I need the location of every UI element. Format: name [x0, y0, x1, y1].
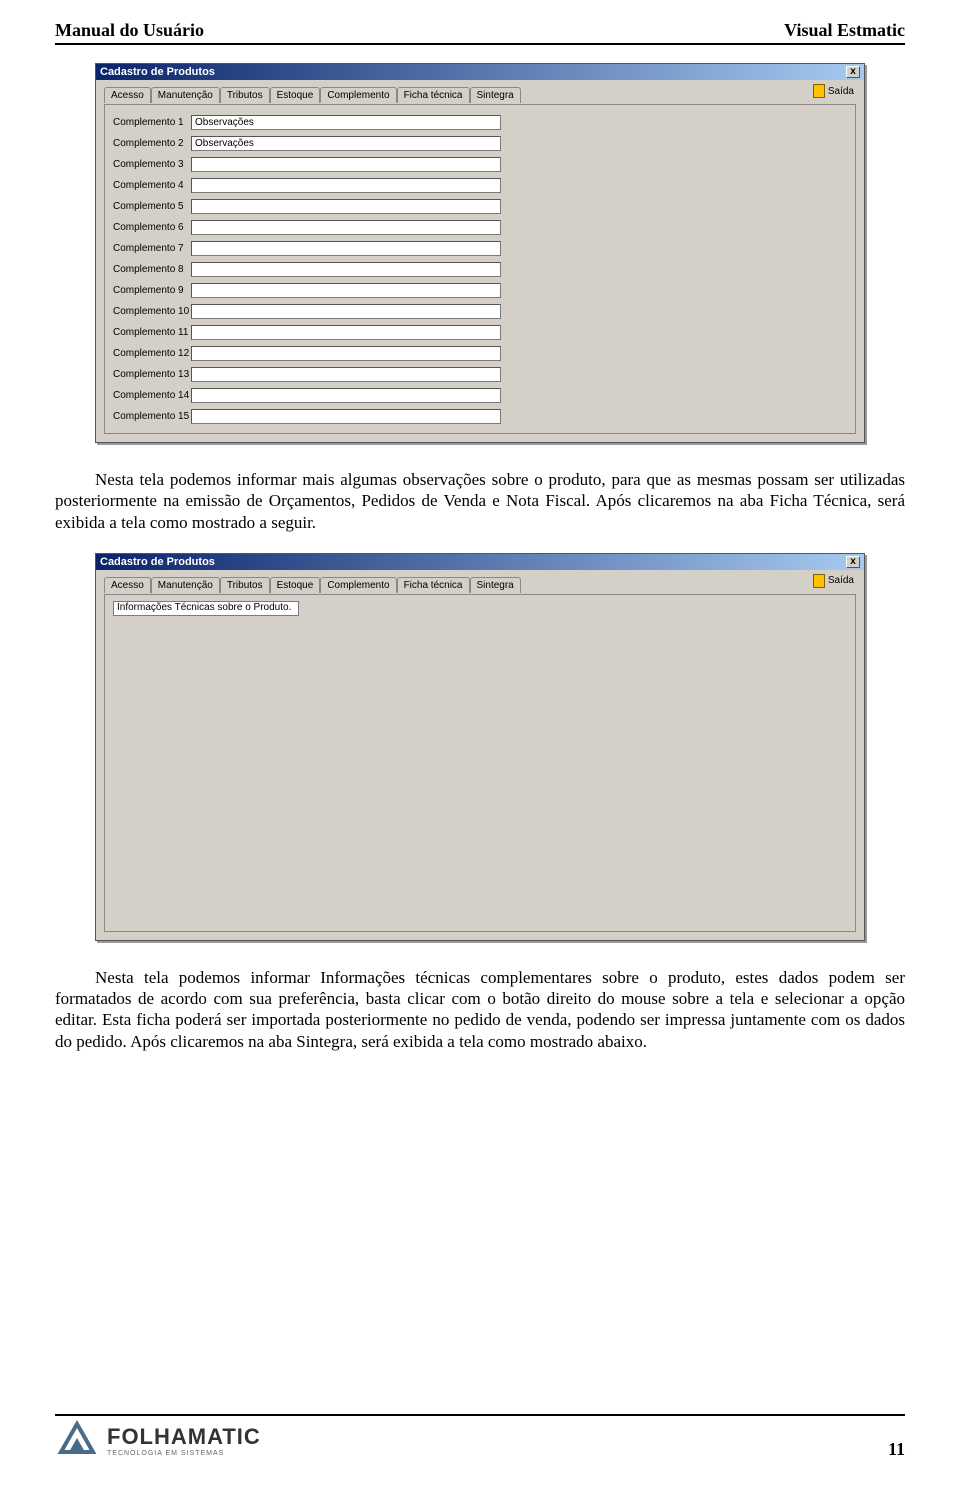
logo-brand: FOLHAMATIC: [107, 1424, 261, 1450]
field-input[interactable]: Observações: [191, 115, 501, 130]
tab-complemento[interactable]: Complemento: [320, 577, 396, 593]
saida-button[interactable]: Saída: [813, 84, 854, 98]
field-label: Complemento 10: [113, 306, 191, 317]
field-row: Complemento 11: [113, 322, 847, 342]
field-label: Complemento 8: [113, 264, 191, 275]
field-label: Complemento 13: [113, 369, 191, 380]
field-input[interactable]: [191, 157, 501, 172]
field-row: Complemento 2Observações: [113, 133, 847, 153]
tab-acesso[interactable]: Acesso: [104, 577, 151, 593]
field-input[interactable]: [191, 241, 501, 256]
field-input[interactable]: [191, 304, 501, 319]
field-input[interactable]: [191, 220, 501, 235]
field-label: Complemento 7: [113, 243, 191, 254]
field-row: Complemento 15: [113, 406, 847, 426]
header-left: Manual do Usuário: [55, 20, 204, 41]
field-row: Complemento 4: [113, 175, 847, 195]
field-row: Complemento 6: [113, 217, 847, 237]
field-row: Complemento 3: [113, 154, 847, 174]
field-row: Complemento 7: [113, 238, 847, 258]
field-label: Complemento 6: [113, 222, 191, 233]
field-input[interactable]: [191, 283, 501, 298]
field-label: Complemento 11: [113, 327, 191, 338]
field-input[interactable]: [191, 367, 501, 382]
logo: FOLHAMATIC TECNOLOGIA EM SISTEMAS: [55, 1420, 261, 1460]
field-row: Complemento 10: [113, 301, 847, 321]
field-input[interactable]: [191, 199, 501, 214]
window-title: Cadastro de Produtos: [100, 556, 215, 568]
field-input[interactable]: [191, 346, 501, 361]
tab-sintegra[interactable]: Sintegra: [470, 577, 521, 593]
tab-ficha-técnica[interactable]: Ficha técnica: [397, 87, 470, 103]
field-label: Complemento 9: [113, 285, 191, 296]
paragraph-1: Nesta tela podemos informar mais algumas…: [55, 469, 905, 533]
field-input[interactable]: Observações: [191, 136, 501, 151]
tab-panel-ficha: Informações Técnicas sobre o Produto.: [104, 594, 856, 932]
document-footer: FOLHAMATIC TECNOLOGIA EM SISTEMAS 11: [55, 1414, 905, 1460]
tab-tributos[interactable]: Tributos: [220, 87, 270, 103]
window-cadastro-ficha: Cadastro de Produtos x Saída AcessoManut…: [95, 553, 865, 941]
saida-label: Saída: [828, 575, 854, 586]
tab-manutenção[interactable]: Manutenção: [151, 87, 220, 103]
field-input[interactable]: [191, 178, 501, 193]
field-input[interactable]: [191, 409, 501, 424]
tabs: AcessoManutençãoTributosEstoqueComplemen…: [104, 86, 856, 102]
field-input[interactable]: [191, 262, 501, 277]
tab-sintegra[interactable]: Sintegra: [470, 87, 521, 103]
exit-icon: [813, 574, 825, 588]
ficha-input[interactable]: Informações Técnicas sobre o Produto.: [113, 601, 299, 616]
tab-estoque[interactable]: Estoque: [270, 87, 321, 103]
field-label: Complemento 12: [113, 348, 191, 359]
tab-acesso[interactable]: Acesso: [104, 87, 151, 103]
titlebar: Cadastro de Produtos x: [96, 554, 864, 570]
titlebar: Cadastro de Produtos x: [96, 64, 864, 80]
page-number: 11: [888, 1439, 905, 1460]
field-row: Complemento 14: [113, 385, 847, 405]
paragraph-2: Nesta tela podemos informar Informações …: [55, 967, 905, 1052]
field-label: Complemento 2: [113, 138, 191, 149]
window-cadastro-complemento: Cadastro de Produtos x Saída AcessoManut…: [95, 63, 865, 443]
tab-complemento[interactable]: Complemento: [320, 87, 396, 103]
logo-tagline: TECNOLOGIA EM SISTEMAS: [107, 1450, 261, 1457]
field-row: Complemento 12: [113, 343, 847, 363]
field-row: Complemento 5: [113, 196, 847, 216]
field-label: Complemento 5: [113, 201, 191, 212]
field-label: Complemento 4: [113, 180, 191, 191]
field-label: Complemento 3: [113, 159, 191, 170]
close-icon[interactable]: x: [846, 66, 860, 78]
tab-ficha-técnica[interactable]: Ficha técnica: [397, 577, 470, 593]
saida-label: Saída: [828, 86, 854, 97]
close-icon[interactable]: x: [846, 556, 860, 568]
field-row: Complemento 13: [113, 364, 847, 384]
tab-tributos[interactable]: Tributos: [220, 577, 270, 593]
exit-icon: [813, 84, 825, 98]
tab-estoque[interactable]: Estoque: [270, 577, 321, 593]
tab-manutenção[interactable]: Manutenção: [151, 577, 220, 593]
field-label: Complemento 14: [113, 390, 191, 401]
tab-panel-complemento: Complemento 1ObservaçõesComplemento 2Obs…: [104, 104, 856, 434]
field-row: Complemento 8: [113, 259, 847, 279]
field-input[interactable]: [191, 388, 501, 403]
tabs: AcessoManutençãoTributosEstoqueComplemen…: [104, 576, 856, 592]
document-header: Manual do Usuário Visual Estmatic: [55, 0, 905, 45]
field-row: Complemento 9: [113, 280, 847, 300]
field-row: Complemento 1Observações: [113, 112, 847, 132]
window-title: Cadastro de Produtos: [100, 66, 215, 78]
field-label: Complemento 15: [113, 411, 191, 422]
saida-button[interactable]: Saída: [813, 574, 854, 588]
header-right: Visual Estmatic: [784, 20, 905, 41]
field-input[interactable]: [191, 325, 501, 340]
logo-icon: [55, 1420, 99, 1460]
field-label: Complemento 1: [113, 117, 191, 128]
